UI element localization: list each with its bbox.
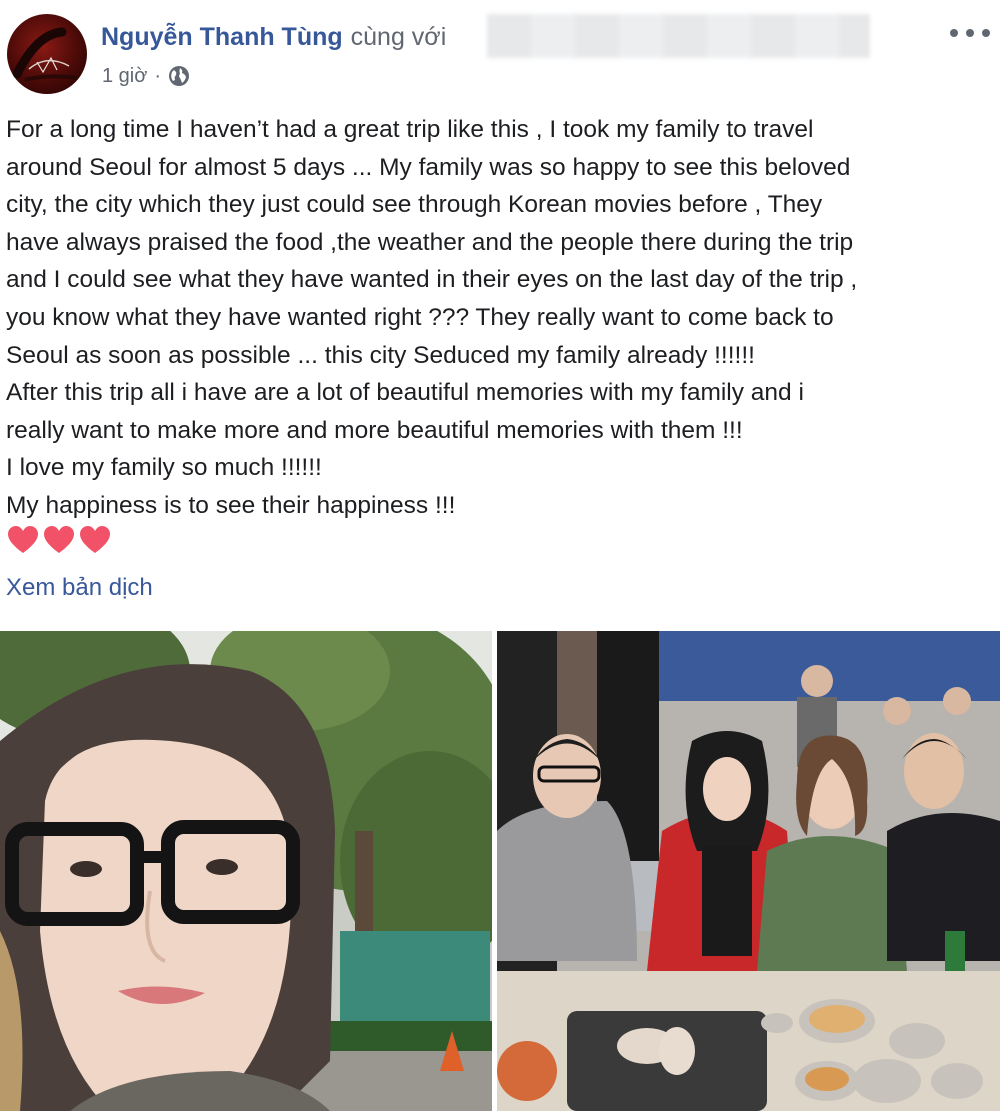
post-text-line: have always praised the food ,the weathe… [6,228,854,256]
post-text-line: For a long time I haven’t had a great tr… [6,116,814,143]
selfie-photo[interactable] [0,631,492,1111]
post-timestamp[interactable]: 1 giờ [102,65,147,88]
post-text-line: you know what they have wanted right ???… [6,303,834,331]
author-line: Nguyễn Thanh Tùng cùng với [101,20,446,54]
author-name[interactable]: Nguyễn Thanh Tùng [101,23,343,52]
dot-icon [950,29,958,37]
with-text: cùng với [350,22,447,51]
meta-separator: · [154,64,162,87]
dot-icon [966,29,974,37]
post-text-line: I love my family so much !!!!!! [6,454,322,482]
post-text-line: city, the city which they just could see… [6,191,823,219]
tagged-people-redacted [487,14,870,58]
heart-icon [8,526,38,553]
post-text-line: After this trip all i have are a lot of … [6,379,804,407]
heart-icon [80,526,110,553]
family-dinner-photo[interactable] [497,631,1000,1111]
dot-icon [982,29,990,37]
globe-icon[interactable] [168,65,190,87]
post-text-line: really want to make more and more beauti… [6,416,743,444]
heart-emojis [7,525,111,559]
see-translation-link[interactable]: Xem bản dịch [6,574,153,602]
author-avatar[interactable] [7,14,87,94]
post-meta: 1 giờ · [102,62,190,90]
post-text-line: and I could see what they have wanted in… [6,266,858,294]
post-text-line: My happiness is to see their happiness !… [6,491,456,519]
post-text-line: Seoul as soon as possible ... this city … [6,341,755,369]
post-text-line: around Seoul for almost 5 days ... My fa… [6,153,851,181]
heart-icon [44,526,74,553]
more-options-icon[interactable] [950,22,990,44]
facebook-post: Nguyễn Thanh Tùng cùng với 1 giờ · For a… [0,0,1000,1111]
post-body-text: For a long time I haven’t had a great tr… [6,111,996,525]
